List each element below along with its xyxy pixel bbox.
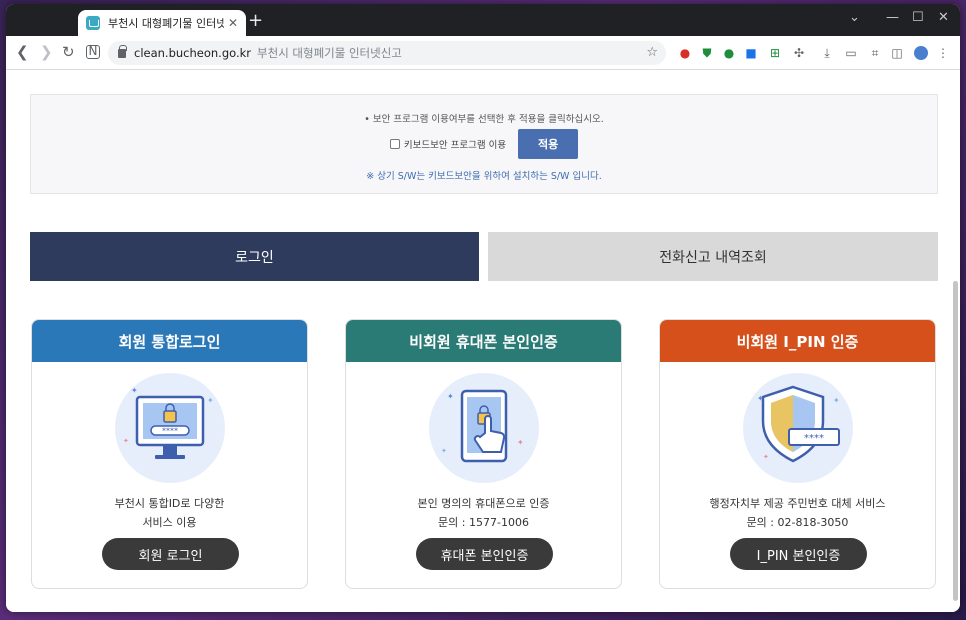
minimize-button[interactable]: — — [886, 10, 899, 25]
card-title: 비회원 I_PIN 인증 — [660, 320, 935, 362]
keyboard-security-label: 키보드보안 프로그램 이용 — [403, 140, 507, 151]
security-note: • 보안 프로그램 이용여부를 선택한 후 적용을 클릭하십시오. — [364, 114, 604, 125]
card-description: 부천시 통합ID로 다양한 서비스 이용 — [32, 494, 307, 532]
extension-green-icon[interactable]: ● — [722, 46, 736, 60]
translate-icon[interactable]: ■ — [744, 46, 758, 60]
back-icon[interactable]: ❮ — [16, 43, 29, 61]
pin-stars: **** — [804, 433, 824, 444]
card-desc-line1: 부천시 통합ID로 다양한 — [114, 497, 225, 510]
tab-phone-history[interactable]: 전화신고 내역조회 — [488, 232, 938, 281]
tab-title: 부천시 대형폐기물 인터넷신고 — [108, 17, 224, 30]
svg-text:✦: ✦ — [757, 394, 764, 403]
naver-extension-icon[interactable]: N — [86, 45, 100, 59]
download-icon[interactable]: ⤓ — [820, 46, 834, 60]
url-page-title: 부천시 대형폐기물 인터넷신고 — [257, 46, 402, 60]
card-desc-line2: 서비스 이용 — [142, 516, 197, 529]
maximize-button[interactable]: ☐ — [912, 10, 924, 25]
media-icon[interactable]: ▭ — [844, 46, 858, 60]
security-program-box: • 보안 프로그램 이용여부를 선택한 후 적용을 클릭하십시오. 키보드보안 … — [30, 94, 938, 194]
page-scrollbar[interactable] — [953, 281, 958, 601]
shield-extension-icon[interactable]: ⛊ — [700, 46, 714, 60]
home-favicon-icon — [86, 16, 100, 30]
tab-strip: 부천시 대형폐기물 인터넷신고 ✕ + ⌄ — ☐ ✕ — [6, 4, 960, 36]
member-login-card: 회원 통합로그인 **** ✦ ✦ ✦ 부천시 통합ID로 다양한 서비스 이용… — [31, 319, 308, 589]
phone-auth-button[interactable]: 휴대폰 본인인증 — [416, 538, 553, 570]
ipin-auth-button[interactable]: I_PIN 본인인증 — [730, 538, 867, 570]
card-title: 회원 통합로그인 — [32, 320, 307, 362]
extension-red-icon[interactable]: ● — [678, 46, 692, 60]
apply-button[interactable]: 적용 — [518, 129, 579, 159]
browser-window: 부천시 대형폐기물 인터넷신고 ✕ + ⌄ — ☐ ✕ ❮ ❯ ↻ N clea… — [6, 4, 960, 612]
add-extension-icon[interactable]: ⊞ — [768, 46, 782, 60]
lock-icon[interactable] — [118, 44, 127, 58]
card-desc-line1: 본인 명의의 휴대폰으로 인증 — [417, 497, 550, 510]
svg-text:✦: ✦ — [447, 392, 454, 401]
card-desc-line2: 문의 : 02-818-3050 — [746, 516, 849, 529]
page-content: • 보안 프로그램 이용여부를 선택한 후 적용을 클릭하십시오. 키보드보안 … — [6, 71, 960, 612]
svg-text:✦: ✦ — [833, 396, 840, 405]
card-desc-line2: 문의 : 1577-1006 — [438, 516, 529, 529]
menu-icon[interactable]: ⋮ — [936, 46, 950, 60]
address-bar[interactable]: clean.bucheon.go.kr 부천시 대형폐기물 인터넷신고 ☆ — [108, 41, 666, 65]
ipin-card: 비회원 I_PIN 인증 **** ✦ ✦ ✦ 행정자치부 제공 주민번호 대체… — [659, 319, 936, 589]
tab-search-icon[interactable]: ⌄ — [849, 10, 860, 25]
tab-login[interactable]: 로그인 — [30, 232, 479, 281]
svg-text:✦: ✦ — [131, 386, 138, 395]
svg-text:✦: ✦ — [441, 447, 447, 455]
new-tab-button[interactable]: + — [248, 12, 263, 30]
member-login-button[interactable]: 회원 로그인 — [102, 538, 239, 570]
card-title: 비회원 휴대폰 본인인증 — [346, 320, 621, 362]
profile-avatar[interactable] — [914, 46, 928, 60]
card-description: 본인 명의의 휴대폰으로 인증 문의 : 1577-1006 — [346, 494, 621, 532]
login-tabs: 로그인 전화신고 내역조회 — [30, 232, 938, 281]
password-dots: **** — [162, 427, 178, 436]
svg-text:✦: ✦ — [517, 438, 524, 447]
close-window-button[interactable]: ✕ — [938, 10, 949, 25]
svg-text:✦: ✦ — [207, 396, 214, 405]
browser-tab[interactable]: 부천시 대형폐기물 인터넷신고 ✕ — [78, 10, 246, 36]
url-host: clean.bucheon.go.kr — [134, 46, 252, 60]
phone-auth-card: 비회원 휴대폰 본인인증 ✦ ✦ ✦ 본인 명의의 휴대폰으로 인증 문의 : … — [345, 319, 622, 589]
monitor-lock-icon: **** ✦ ✦ ✦ — [115, 373, 225, 483]
keyboard-security-checkbox[interactable] — [389, 139, 400, 149]
shield-pin-icon: **** ✦ ✦ ✦ — [743, 373, 853, 483]
screenshot-icon[interactable]: ⌗ — [868, 46, 882, 60]
reload-icon[interactable]: ↻ — [62, 43, 75, 61]
card-description: 행정자치부 제공 주민번호 대체 서비스 문의 : 02-818-3050 — [660, 494, 935, 532]
security-sub-note: ※ 상기 S/W는 키보드보안을 위하여 설치하는 S/W 입니다. — [366, 171, 602, 182]
forward-icon[interactable]: ❯ — [40, 43, 53, 61]
browser-toolbar: ❮ ❯ ↻ N clean.bucheon.go.kr 부천시 대형폐기물 인터… — [6, 36, 960, 70]
card-desc-line1: 행정자치부 제공 주민번호 대체 서비스 — [709, 497, 886, 510]
tab-close-icon[interactable]: ✕ — [228, 16, 238, 30]
puzzle-extensions-icon[interactable]: ✣ — [792, 46, 806, 60]
sidebar-icon[interactable]: ◫ — [890, 46, 904, 60]
phone-touch-icon: ✦ ✦ ✦ — [429, 373, 539, 483]
svg-text:✦: ✦ — [763, 453, 769, 461]
svg-text:✦: ✦ — [123, 437, 129, 445]
bookmark-star-icon[interactable]: ☆ — [646, 45, 658, 60]
security-row: 키보드보안 프로그램 이용 적용 — [31, 129, 937, 159]
